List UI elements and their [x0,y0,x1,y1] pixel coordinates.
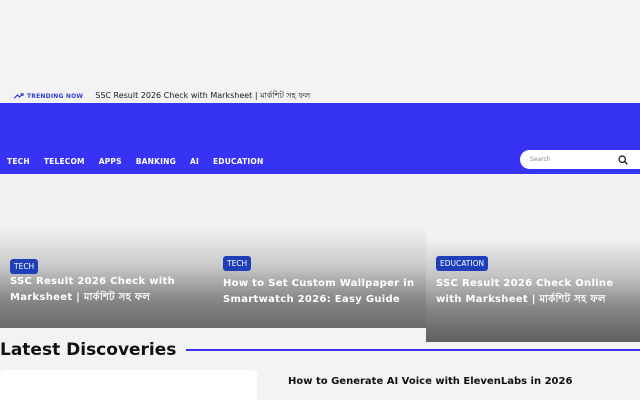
nav-item-tech[interactable]: TECH [7,157,30,166]
post-title-link[interactable]: How to Generate AI Voice with ElevenLabs… [288,376,572,387]
search-input[interactable] [520,150,616,169]
section-divider [186,349,640,351]
card-title[interactable]: SSC Result 2026 Check Online with Marksh… [436,276,632,308]
card-title[interactable]: How to Set Custom Wallpaper in Smartwatc… [223,276,421,308]
featured-card-1[interactable]: TECH SSC Result 2026 Check with Markshee… [0,174,213,328]
category-badge[interactable]: EDUCATION [436,256,489,271]
section-title: Latest Discoveries [0,340,177,360]
page: TRENDING NOW SSC Result 2026 Check with … [0,0,640,400]
section-header: Latest Discoveries [0,338,640,362]
post-thumbnail[interactable] [0,370,257,400]
trending-bar: TRENDING NOW SSC Result 2026 Check with … [0,88,640,104]
category-badge[interactable]: TECH [223,256,252,271]
trending-tag: TRENDING NOW [14,93,83,100]
card-title[interactable]: SSC Result 2026 Check with Marksheet | ম… [10,274,206,306]
category-badge[interactable]: TECH [10,259,39,274]
search-icon[interactable] [616,153,630,167]
featured-card-3[interactable]: EDUCATION SSC Result 2026 Check Online w… [426,174,640,342]
search-box [520,150,640,169]
nav-item-telecom[interactable]: TELECOM [44,157,85,166]
nav-item-education[interactable]: EDUCATION [213,157,264,166]
nav-item-ai[interactable]: AI [190,157,199,166]
nav-item-banking[interactable]: BANKING [136,157,176,166]
main-nav: TECH TELECOM APPS BANKING AI EDUCATION [7,157,277,166]
trending-up-icon [14,93,24,99]
featured-card-2[interactable]: TECH How to Set Custom Wallpaper in Smar… [213,174,426,328]
trending-label: TRENDING NOW [27,92,84,100]
nav-item-apps[interactable]: APPS [99,157,122,166]
trending-headline-link[interactable]: SSC Result 2026 Check with Marksheet | ম… [95,90,310,103]
